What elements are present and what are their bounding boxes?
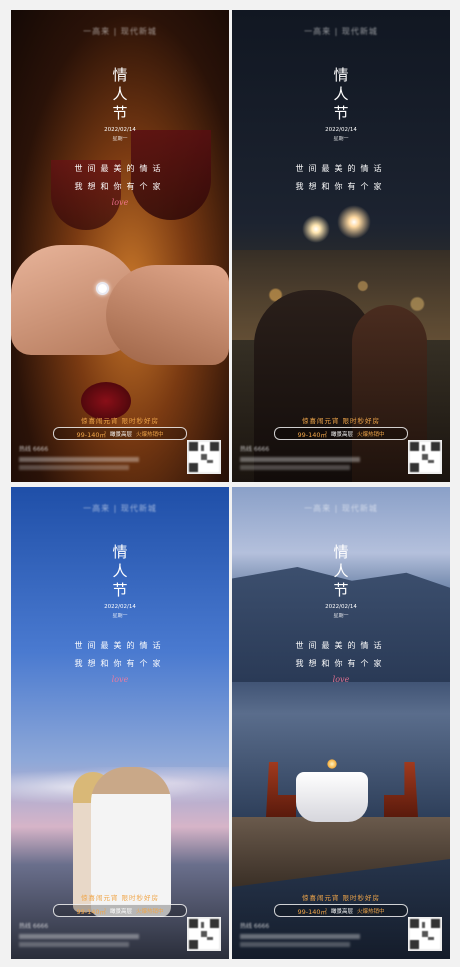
poster-weekday: 星期一 — [112, 136, 128, 142]
address-blur — [19, 942, 129, 947]
promo-headline: 惊喜闹元宵 限时秒好房 — [301, 894, 381, 902]
contact-footer: 热线 6666 — [19, 921, 159, 951]
title-char: 人 — [333, 562, 349, 580]
title-char: 节 — [112, 104, 128, 122]
address-blur — [19, 934, 139, 939]
qr-code-icon — [408, 440, 442, 474]
slogan-line-1: 世间最美的情话 — [74, 641, 166, 650]
contact-footer: 热线 6666 — [19, 444, 159, 474]
promo-area: 99-140㎡ — [297, 907, 327, 916]
address-blur — [240, 934, 360, 939]
slogan-line-2: 我想和你有个家 — [74, 659, 166, 668]
poster-title: 情 人 节 — [232, 66, 450, 123]
qr-code-icon — [408, 917, 442, 951]
love-script-mark: love — [111, 198, 129, 207]
poster-date: 2022/02/14 — [325, 127, 357, 133]
promo-tag: 瞰景高层 — [110, 908, 133, 915]
poster-date: 2022/02/14 — [325, 604, 357, 610]
love-script-mark: love — [111, 675, 129, 684]
poster-title: 情 人 节 — [11, 543, 229, 600]
poster-date: 2022/02/14 — [104, 127, 136, 133]
hotline-text: 热线 6666 — [240, 446, 270, 453]
promo-headline: 惊喜闹元宵 限时秒好房 — [80, 417, 160, 425]
promo-tag: 瞰景高层 — [331, 431, 354, 438]
title-char: 情 — [333, 66, 349, 84]
hand-shape — [106, 265, 229, 365]
poster-title: 情 人 节 — [232, 543, 450, 600]
promo-tag: 瞰景高层 — [110, 431, 133, 438]
sparkler-shape — [337, 205, 371, 239]
promo-block: 惊喜闹元宵 限时秒好房 99-140㎡ 瞰景高层 火爆热销中 — [232, 892, 450, 917]
title-char: 节 — [333, 104, 349, 122]
poster-weekday: 星期一 — [333, 613, 349, 619]
promo-headline: 惊喜闹元宵 限时秒好房 — [301, 417, 381, 425]
qr-code-icon — [187, 917, 221, 951]
title-char: 人 — [333, 85, 349, 103]
promo-headline: 惊喜闹元宵 限时秒好房 — [80, 894, 160, 902]
hotline-text: 热线 6666 — [240, 923, 270, 930]
qr-code-icon — [187, 440, 221, 474]
promo-hot: 火爆热销中 — [357, 908, 385, 915]
poster-beach-couple: 一高来 | 现代新城 情 人 节 2022/02/14 星期一 世间最美的情话 … — [11, 487, 229, 959]
promo-hot: 火爆热销中 — [136, 908, 164, 915]
title-char: 情 — [112, 66, 128, 84]
poster-sparklers: 一高来 | 现代新城 情 人 节 2022/02/14 星期一 世间最美的情话 … — [232, 10, 450, 482]
poster-title: 情 人 节 — [11, 66, 229, 123]
title-char: 节 — [112, 581, 128, 599]
promo-hot: 火爆热销中 — [357, 431, 385, 438]
title-char: 节 — [333, 581, 349, 599]
promo-pill: 99-140㎡ 瞰景高层 火爆热销中 — [53, 427, 187, 440]
address-blur — [19, 465, 129, 470]
promo-pill: 99-140㎡ 瞰景高层 火爆热销中 — [274, 904, 408, 917]
title-char: 人 — [112, 85, 128, 103]
title-char: 人 — [112, 562, 128, 580]
promo-area: 99-140㎡ — [76, 430, 106, 439]
address-blur — [240, 942, 350, 947]
developer-logo-bar: 一高来 | 现代新城 — [83, 27, 157, 36]
slogan-line-2: 我想和你有个家 — [295, 659, 387, 668]
poster-weekday: 星期一 — [112, 613, 128, 619]
promo-block: 惊喜闹元宵 限时秒好房 99-140㎡ 瞰景高层 火爆热销中 — [232, 415, 450, 440]
sparkler-shape — [302, 215, 330, 243]
ring-icon — [96, 282, 109, 295]
promo-block: 惊喜闹元宵 限时秒好房 99-140㎡ 瞰景高层 火爆热销中 — [11, 892, 229, 917]
poster-date: 2022/02/14 — [104, 604, 136, 610]
poster-candle-ring: 一高来 | 现代新城 情 人 节 2022/02/14 星期一 世间最美的情话 … — [11, 10, 229, 482]
love-script-mark: love — [332, 675, 350, 684]
address-blur — [240, 465, 350, 470]
contact-footer: 热线 6666 — [240, 921, 380, 951]
developer-logo-bar: 一高来 | 现代新城 — [304, 504, 378, 513]
hotline-text: 热线 6666 — [19, 923, 49, 930]
developer-logo-bar: 一高来 | 现代新城 — [83, 504, 157, 513]
dinner-table-shape — [296, 772, 368, 822]
slogan-line-1: 世间最美的情话 — [295, 641, 387, 650]
promo-area: 99-140㎡ — [76, 907, 106, 916]
promo-tag: 瞰景高层 — [331, 908, 354, 915]
title-char: 情 — [112, 543, 128, 561]
hotline-text: 热线 6666 — [19, 446, 49, 453]
slogan-line-1: 世间最美的情话 — [74, 164, 166, 173]
promo-pill: 99-140㎡ 瞰景高层 火爆热销中 — [274, 427, 408, 440]
poster-lake-dinner: 一高来 | 现代新城 情 人 节 2022/02/14 星期一 世间最美的情话 … — [232, 487, 450, 959]
promo-block: 惊喜闹元宵 限时秒好房 99-140㎡ 瞰景高层 火爆热销中 — [11, 415, 229, 440]
promo-pill: 99-140㎡ 瞰景高层 火爆热销中 — [53, 904, 187, 917]
poster-weekday: 星期一 — [333, 136, 349, 142]
title-char: 情 — [333, 543, 349, 561]
address-blur — [19, 457, 139, 462]
developer-logo-bar: 一高来 | 现代新城 — [304, 27, 378, 36]
address-blur — [240, 457, 360, 462]
slogan-line-1: 世间最美的情话 — [295, 164, 387, 173]
candle-light — [327, 759, 337, 769]
contact-footer: 热线 6666 — [240, 444, 380, 474]
promo-hot: 火爆热销中 — [136, 431, 164, 438]
slogan-line-2: 我想和你有个家 — [295, 182, 387, 191]
slogan-line-2: 我想和你有个家 — [74, 182, 166, 191]
promo-area: 99-140㎡ — [297, 430, 327, 439]
